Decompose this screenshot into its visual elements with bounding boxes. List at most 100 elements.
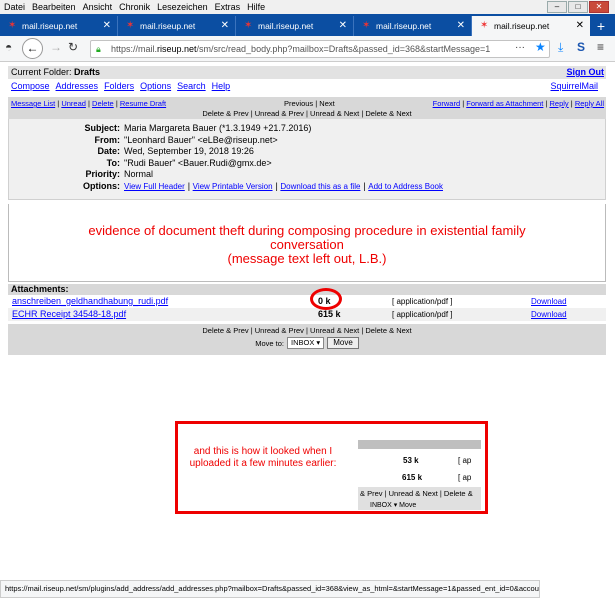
- url-bar[interactable]: 🔒︎ https://mail.riseup.net/sm/src/read_b…: [90, 40, 550, 58]
- message-body: evidence of document theft during compos…: [8, 204, 606, 282]
- new-tab-icon[interactable]: +: [590, 16, 612, 36]
- maximize-button[interactable]: □: [568, 1, 588, 13]
- message-nav-bar: Message List | Unread | Delete | Resume …: [8, 97, 606, 119]
- unread-link[interactable]: Unread: [61, 99, 86, 108]
- date-value: Wed, September 19, 2018 19:26: [124, 146, 254, 156]
- help-link[interactable]: Help: [212, 81, 231, 91]
- subject-label: Subject:: [84, 123, 120, 133]
- attachment-name-link[interactable]: anschreiben_geldhandhabung_rudi.pdf: [12, 295, 168, 308]
- menu-ansicht[interactable]: Ansicht: [83, 2, 113, 12]
- snippet-type-1: [ ap: [458, 456, 472, 465]
- close-tab-icon[interactable]: ✕: [103, 16, 111, 36]
- reply-all-link[interactable]: Reply All: [575, 99, 604, 108]
- menu-hilfe[interactable]: Hilfe: [247, 2, 265, 12]
- tab-4[interactable]: ✶ mail.riseup.net ✕: [354, 16, 472, 36]
- view-printable-link[interactable]: View Printable Version: [193, 182, 273, 191]
- tab-title: mail.riseup.net: [22, 21, 78, 31]
- menu-lesezeichen[interactable]: Lesezeichen: [157, 2, 208, 12]
- bookmark-star-icon[interactable]: ★: [535, 40, 546, 54]
- folder-name: Drafts: [74, 67, 101, 77]
- tab-title: mail.riseup.net: [376, 21, 432, 31]
- menu-bearbeiten[interactable]: Bearbeiten: [32, 2, 76, 12]
- sign-out-link[interactable]: Sign Out: [567, 66, 605, 79]
- to-label: To:: [106, 157, 120, 168]
- tab-2[interactable]: ✶ mail.riseup.net ✕: [118, 16, 236, 36]
- close-tab-icon[interactable]: ✕: [576, 16, 584, 36]
- snippet-type-2: [ ap: [458, 473, 472, 482]
- menu-datei[interactable]: Datei: [4, 2, 25, 12]
- folder-label: Current Folder:: [11, 67, 75, 77]
- delete-unread-nav: Delete & Prev | Unread & Prev | Unread &…: [202, 109, 412, 118]
- navigation-bar: ◓ ← → ↻ 🔒︎ https://mail.riseup.net/sm/sr…: [0, 36, 615, 62]
- attachments-header: Attachments:: [8, 284, 606, 295]
- options-link[interactable]: Options: [140, 81, 171, 91]
- menu-extras[interactable]: Extras: [215, 2, 241, 12]
- extension-s-icon[interactable]: S: [577, 40, 585, 54]
- compose-link[interactable]: Compose: [11, 81, 50, 91]
- browser-window: Datei Bearbeiten Ansicht Chronik Lesezeichen…: [0, 0, 615, 598]
- search-link[interactable]: Search: [177, 81, 206, 91]
- evidence-line-1: evidence of document theft during compos…: [88, 223, 526, 238]
- url-path: /sm/src/read_body.php?mailbox=Drafts&pas…: [196, 44, 491, 54]
- status-bar: https://mail.riseup.net/sm/plugins/add_a…: [0, 580, 540, 598]
- minimize-button[interactable]: –: [547, 1, 567, 13]
- menu-bar: Datei Bearbeiten Ansicht Chronik Lesezeichen…: [0, 0, 615, 14]
- move-to-label: Move to:: [255, 338, 284, 348]
- attachment-type: [ application/pdf ]: [392, 310, 453, 319]
- evidence-line-3: (message text left out, L.B.): [227, 251, 387, 266]
- add-address-book-link[interactable]: Add to Address Book: [368, 182, 443, 191]
- addresses-link[interactable]: Addresses: [56, 81, 99, 91]
- evidence-annotation: evidence of document theft during compos…: [9, 224, 605, 266]
- tab-1[interactable]: ✶ mail.riseup.net ✕: [0, 16, 118, 36]
- close-window-button[interactable]: ✕: [589, 1, 609, 13]
- forward-link[interactable]: Forward: [433, 99, 461, 108]
- downloads-icon[interactable]: ⤓: [558, 40, 563, 55]
- download-file-link[interactable]: Download this as a file: [280, 182, 360, 191]
- url-prefix: https://mail.: [111, 44, 158, 54]
- snippet-size-2: 615 k: [402, 473, 423, 482]
- attachment-download-link[interactable]: Download: [531, 295, 567, 308]
- riseup-favicon-icon: ✶: [126, 20, 135, 31]
- resume-draft-link[interactable]: Resume Draft: [120, 99, 166, 108]
- squirrelmail-content: Current Folder: Drafts Sign Out Compose A…: [8, 66, 606, 355]
- squirrelmail-link[interactable]: SquirrelMail: [550, 79, 598, 93]
- message-list-link[interactable]: Message List: [11, 99, 55, 108]
- move-button[interactable]: Move: [327, 337, 359, 349]
- date-label: Date:: [97, 146, 120, 156]
- folder-select[interactable]: INBOX ▾: [287, 337, 325, 349]
- bottom-nav-text: Delete & Prev | Unread & Prev | Unread &…: [202, 326, 412, 335]
- to-value: "Rudi Bauer" <Bauer.Rudi@gmx.de>: [124, 157, 272, 168]
- view-full-header-link[interactable]: View Full Header: [124, 182, 185, 191]
- close-tab-icon[interactable]: ✕: [221, 16, 229, 36]
- folder-header: Current Folder: Drafts Sign Out: [8, 66, 606, 79]
- attachment-name-link[interactable]: ECHR Receipt 34548-18.pdf: [12, 308, 126, 321]
- tab-title: mail.riseup.net: [258, 21, 314, 31]
- delete-link[interactable]: Delete: [92, 99, 114, 108]
- riseup-favicon-icon: ✶: [8, 20, 17, 31]
- forward-attachment-link[interactable]: Forward as Attachment: [466, 99, 543, 108]
- riseup-favicon-icon: ✶: [362, 20, 371, 31]
- hamburger-menu-icon[interactable]: ≡: [597, 40, 604, 54]
- message-headers: Subject: Maria Margareta Bauer (*1.3.1949…: [8, 119, 606, 200]
- close-tab-icon[interactable]: ✕: [457, 16, 465, 36]
- container-icon[interactable]: ◓: [5, 40, 12, 54]
- tab-3[interactable]: ✶ mail.riseup.net ✕: [236, 16, 354, 36]
- back-button[interactable]: ←: [22, 38, 43, 59]
- folders-link[interactable]: Folders: [104, 81, 134, 91]
- reply-link[interactable]: Reply: [550, 99, 569, 108]
- top-nav: Compose Addresses Folders Options Search Help…: [8, 79, 606, 93]
- more-icon[interactable]: ···: [515, 42, 525, 53]
- earlier-screenshot-snippet: 53 k [ ap 615 k [ ap & Prev | Unread & N…: [358, 437, 481, 510]
- attachment-row: ECHR Receipt 34548-18.pdf 615 k [ applic…: [8, 308, 606, 321]
- close-tab-icon[interactable]: ✕: [339, 16, 347, 36]
- reload-icon[interactable]: ↻: [68, 40, 78, 54]
- priority-label: Priority:: [85, 169, 120, 179]
- forward-icon[interactable]: →: [50, 40, 62, 54]
- tab-5-active[interactable]: ✶ mail.riseup.net ✕: [472, 16, 590, 36]
- tab-title: mail.riseup.net: [494, 21, 550, 31]
- snippet-nav: & Prev | Unread & Next | Delete &: [358, 487, 481, 501]
- snippet-size-1: 53 k: [403, 456, 419, 465]
- menu-chronik[interactable]: Chronik: [119, 2, 150, 12]
- riseup-favicon-icon: ✶: [244, 20, 253, 31]
- attachment-download-link[interactable]: Download: [531, 308, 567, 321]
